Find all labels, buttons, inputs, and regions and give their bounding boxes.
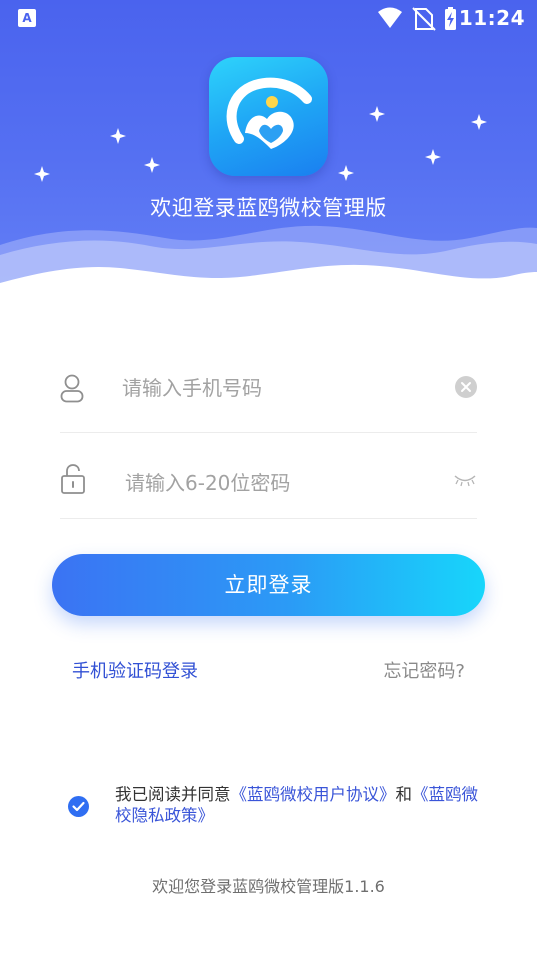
check-icon — [72, 801, 85, 812]
wifi-icon — [378, 7, 402, 28]
app-notification-icon: A — [18, 9, 36, 27]
agreement-conjunction: 和 — [395, 785, 413, 804]
agreement-text: 我已阅读并同意《蓝鸥微校用户协议》和《蓝鸥微校隐私政策》 — [115, 784, 485, 826]
sms-login-link[interactable]: 手机验证码登录 — [72, 657, 198, 683]
agree-checkbox[interactable] — [68, 796, 89, 817]
header-banner: A 11:24 欢迎登录蓝鸥微校管理版 — [0, 0, 537, 350]
login-button[interactable]: 立即登录 — [52, 554, 485, 616]
status-icons — [378, 7, 456, 31]
phone-input[interactable]: 请输入手机号码 — [122, 372, 262, 401]
password-input[interactable]: 请输入6-20位密码 — [125, 467, 290, 496]
battery-charging-icon — [445, 7, 456, 30]
lan-ou-logo-icon — [226, 77, 312, 149]
forgot-password-link[interactable]: 忘记密码? — [383, 657, 465, 683]
user-agreement-link[interactable]: 《蓝鸥微校用户协议》 — [231, 785, 396, 804]
status-bar: A 11:24 — [0, 0, 537, 36]
user-icon — [60, 374, 84, 403]
no-sim-icon — [412, 7, 436, 31]
version-footer: 欢迎您登录蓝鸥微校管理版1.1.6 — [152, 877, 385, 896]
welcome-title: 欢迎登录蓝鸥微校管理版 — [150, 196, 387, 220]
agreement-prefix: 我已阅读并同意 — [115, 785, 231, 804]
status-time: 11:24 — [458, 6, 525, 30]
password-field[interactable]: 请输入6-20位密码 — [60, 427, 477, 519]
clear-icon[interactable] — [455, 376, 477, 398]
app-logo — [209, 57, 328, 176]
eye-closed-icon[interactable] — [453, 473, 477, 487]
lock-icon — [61, 464, 85, 494]
phone-field[interactable]: 请输入手机号码 — [60, 341, 477, 433]
